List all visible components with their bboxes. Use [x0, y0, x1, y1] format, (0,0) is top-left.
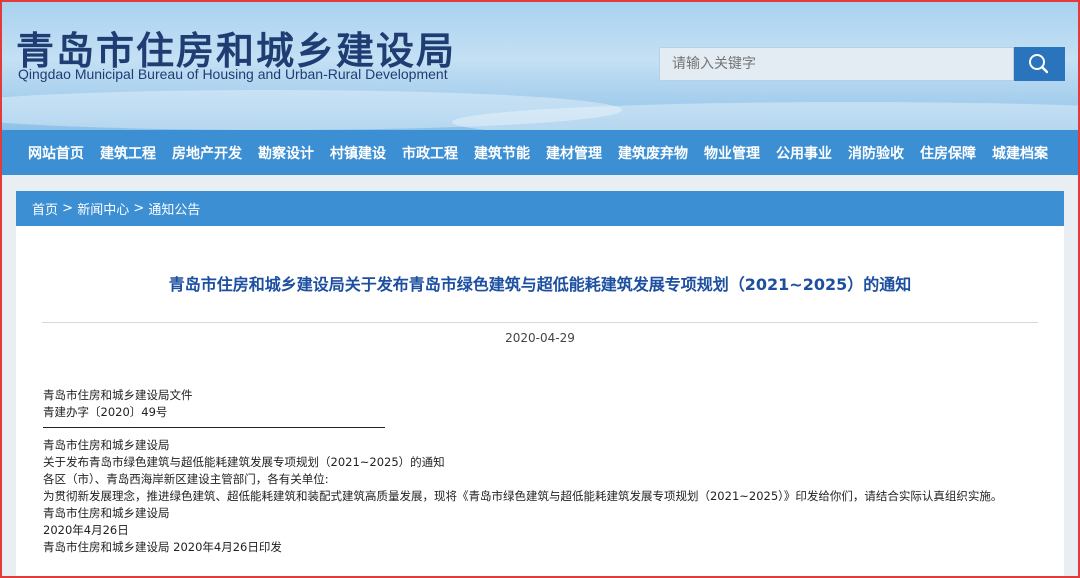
site-banner: 青岛市住房和城乡建设局 Qingdao Municipal Bureau of …: [2, 2, 1078, 130]
body-line: 2020年4月26日: [43, 523, 129, 537]
nav-item-energy-saving[interactable]: 建筑节能: [474, 143, 530, 163]
breadcrumb-notice[interactable]: 通知公告: [148, 199, 200, 218]
body-line: 青岛市住房和城乡建设局 2020年4月26日印发: [43, 540, 282, 554]
nav-item-urban-archives[interactable]: 城建档案: [992, 143, 1048, 163]
nav-item-construction-waste[interactable]: 建筑废弃物: [618, 143, 688, 163]
title-divider: [42, 322, 1038, 323]
breadcrumb: 首页 > 新闻中心 > 通知公告: [16, 191, 1064, 226]
nav-item-home[interactable]: 网站首页: [28, 143, 84, 163]
nav-item-public-utilities[interactable]: 公用事业: [776, 143, 832, 163]
article-body: 青岛市住房和城乡建设局文件 青建办字〔2020〕49号 青岛市住房和城乡建设局 …: [43, 387, 1038, 556]
nav-item-village-construction[interactable]: 村镇建设: [330, 143, 386, 163]
search-icon: [1029, 54, 1049, 74]
content-panel: 首页 > 新闻中心 > 通知公告 青岛市住房和城乡建设局关于发布青岛市绿色建筑与…: [16, 191, 1064, 576]
body-line: 青岛市住房和城乡建设局: [43, 506, 170, 520]
body-line: 关于发布青岛市绿色建筑与超低能耗建筑发展专项规划（2021~2025）的通知: [43, 455, 445, 469]
main-nav: 网站首页 建筑工程 房地产开发 勘察设计 村镇建设 市政工程 建筑节能 建材管理…: [2, 130, 1078, 175]
publish-date: 2020-04-29: [505, 331, 575, 345]
nav-item-housing-security[interactable]: 住房保障: [920, 143, 976, 163]
search-input[interactable]: [659, 47, 1014, 81]
nav-item-survey-design[interactable]: 勘察设计: [258, 143, 314, 163]
nav-item-fire-acceptance[interactable]: 消防验收: [848, 143, 904, 163]
document-header-line: 青岛市住房和城乡建设局文件: [43, 388, 193, 402]
nav-item-building-materials[interactable]: 建材管理: [546, 143, 602, 163]
document-separator: [43, 427, 385, 428]
screenshot-frame: 青岛市住房和城乡建设局 Qingdao Municipal Bureau of …: [0, 0, 1080, 578]
body-line: 各区（市）、青岛西海岸新区建设主管部门，各有关单位:: [43, 472, 329, 486]
breadcrumb-separator: >: [129, 201, 149, 216]
article-title: 青岛市住房和城乡建设局关于发布青岛市绿色建筑与超低能耗建筑发展专项规划（2021…: [168, 275, 912, 294]
nav-item-construction[interactable]: 建筑工程: [100, 143, 156, 163]
nav-item-property[interactable]: 物业管理: [704, 143, 760, 163]
site-subtitle: Qingdao Municipal Bureau of Housing and …: [18, 66, 448, 82]
breadcrumb-news[interactable]: 新闻中心: [77, 199, 129, 218]
search-button[interactable]: [1014, 47, 1065, 81]
nav-item-municipal[interactable]: 市政工程: [402, 143, 458, 163]
breadcrumb-separator: >: [58, 201, 78, 216]
body-paragraph: 为贯彻新发展理念，推进绿色建筑、超低能耗建筑和装配式建筑高质量发展，现将《青岛市…: [43, 489, 1003, 503]
nav-item-real-estate[interactable]: 房地产开发: [172, 143, 242, 163]
body-line: 青岛市住房和城乡建设局: [43, 438, 170, 452]
document-number: 青建办字〔2020〕49号: [43, 405, 168, 419]
breadcrumb-home[interactable]: 首页: [32, 199, 58, 218]
